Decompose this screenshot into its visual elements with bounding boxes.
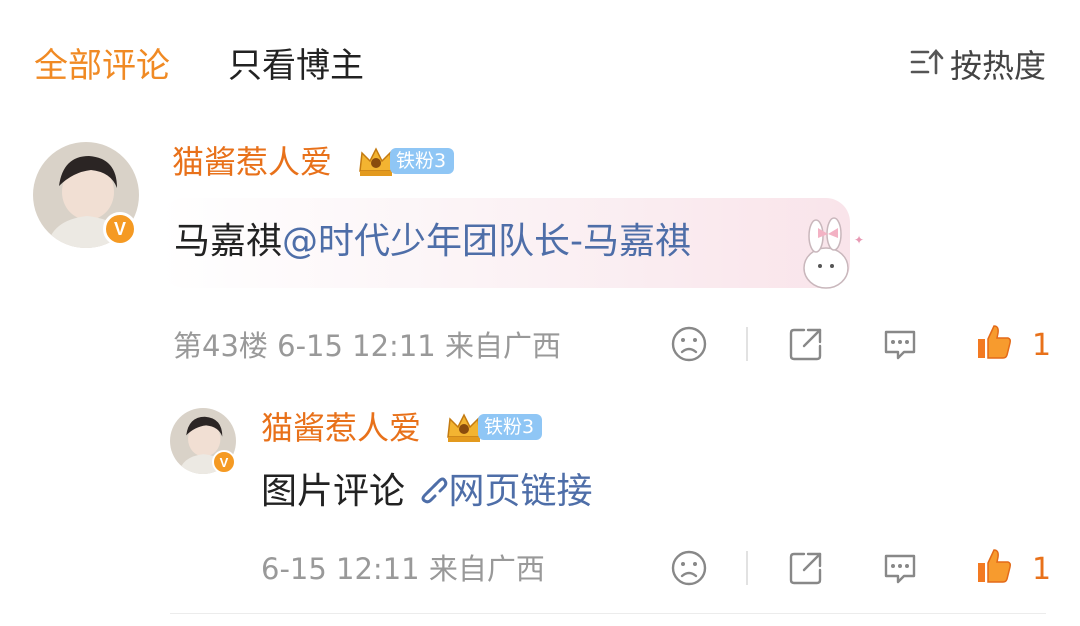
comment-username[interactable]: 猫酱惹人爱 [172, 142, 332, 182]
svg-text:✦: ✦ [854, 233, 864, 247]
share-button[interactable] [786, 548, 826, 588]
divider [746, 327, 748, 361]
comment-text: 马嘉祺@时代少年团队长-马嘉祺 [174, 218, 691, 266]
verified-badge-icon: V [103, 212, 137, 246]
fan-badge-label: 铁粉3 [478, 414, 543, 440]
divider [170, 613, 1046, 614]
reply-button[interactable] [880, 324, 920, 364]
share-button[interactable] [786, 324, 826, 364]
tab-blogger-only[interactable]: 只看博主 [228, 44, 364, 88]
comment-text-prefix: 马嘉祺 [174, 221, 283, 262]
share-icon [789, 552, 822, 585]
thumbs-up-icon [978, 549, 1011, 583]
dislike-button[interactable] [669, 324, 709, 364]
comment-icon [884, 554, 916, 584]
share-icon [789, 328, 822, 361]
comment-meta: 第43楼 6-15 12:11 来自广西 [173, 329, 561, 363]
reply-username[interactable]: 猫酱惹人爱 [261, 408, 421, 448]
like-button[interactable] [974, 546, 1014, 586]
reply-text: 图片评论 网页链接 [261, 468, 592, 517]
sort-icon [910, 44, 944, 88]
like-count: 1 [1032, 552, 1052, 587]
fan-badge: 铁粉3 [356, 146, 455, 176]
bunny-sticker-icon: ✦ [790, 214, 870, 294]
thumbs-up-icon [978, 325, 1011, 359]
reply-meta: 6-15 12:11 来自广西 [261, 552, 545, 586]
sad-face-icon [671, 326, 707, 362]
link-icon [416, 469, 448, 517]
divider [746, 551, 748, 585]
reply-button[interactable] [880, 548, 920, 588]
web-link[interactable]: 网页链接 [416, 471, 592, 512]
fan-badge: 铁粉3 [444, 412, 543, 442]
like-count: 1 [1032, 328, 1052, 363]
fan-badge-label: 铁粉3 [390, 148, 455, 174]
comments-section: 全部评论 只看博主 按热度 V 猫酱惹人爱 铁粉3 ✦ 马嘉祺@时代少年团队长-… [0, 0, 1080, 626]
web-link-label: 网页链接 [448, 471, 593, 512]
mention-link[interactable]: @时代少年团队长-马嘉祺 [282, 221, 691, 262]
sort-label: 按热度 [949, 47, 1046, 85]
like-button[interactable] [974, 322, 1014, 362]
sort-button[interactable]: 按热度 [910, 44, 1046, 88]
reply-text-prefix: 图片评论 [261, 471, 406, 512]
comment-icon [884, 330, 916, 360]
verified-badge-icon: V [212, 450, 236, 474]
tab-all-comments[interactable]: 全部评论 [34, 44, 170, 88]
sad-face-icon [671, 550, 707, 586]
dislike-button[interactable] [669, 548, 709, 588]
